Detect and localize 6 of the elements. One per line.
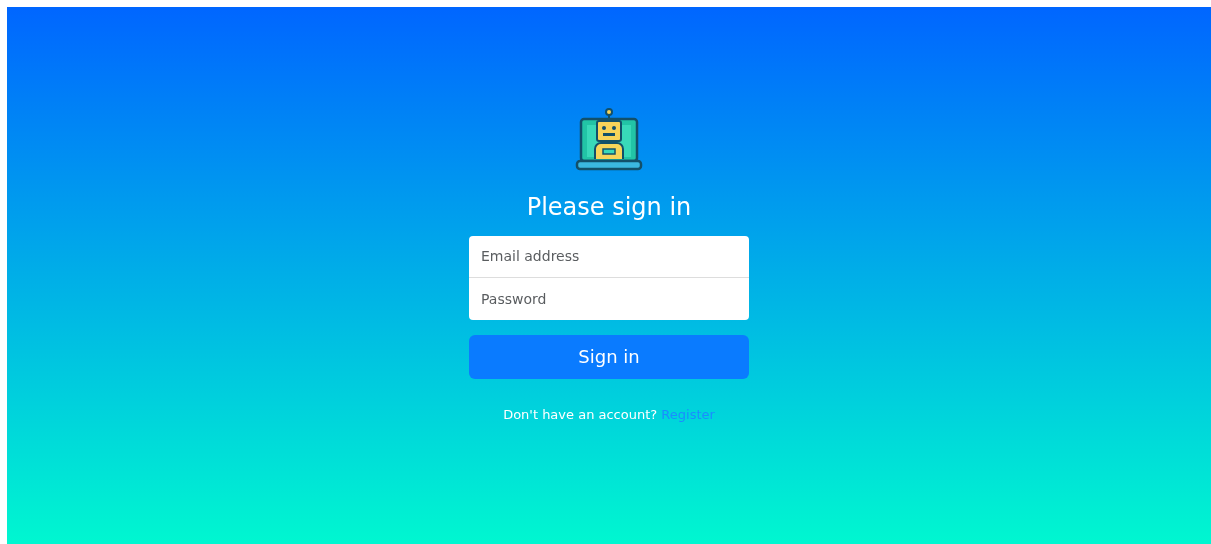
form-heading: Please sign in [525, 193, 693, 222]
password-field[interactable]: Password [469, 277, 749, 320]
robot-laptop-icon [575, 107, 643, 171]
sign-in-button[interactable]: Sign in [469, 334, 749, 379]
register-prompt: Don't have an account? [503, 406, 658, 422]
email-field[interactable]: Email address [469, 235, 749, 278]
